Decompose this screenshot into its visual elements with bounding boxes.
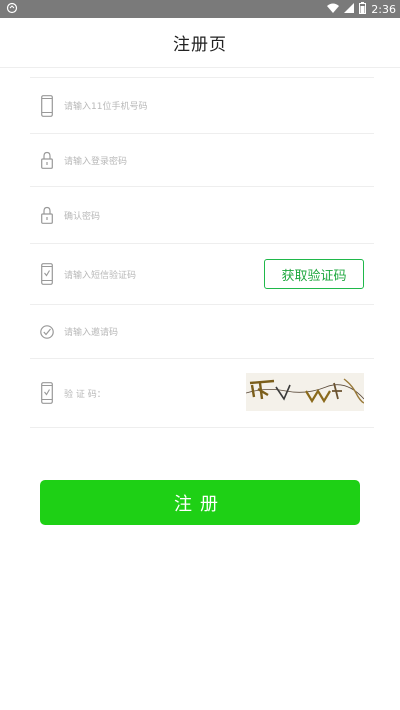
lock-icon [40,151,54,169]
confirm-password-placeholder: 确认密码 [64,211,101,222]
title-bar: 注册页 [0,18,400,68]
status-time: 2:36 [371,2,396,16]
lock-icon [40,206,54,224]
register-form: 请输入11位手机号码 请输入登录密码 确认密码 请输入短信验证码 获取验证码 请… [30,77,374,428]
battery-icon [359,2,367,17]
register-button[interactable]: 注册 [40,480,360,525]
confirm-password-field[interactable]: 确认密码 [30,187,374,244]
wifi-icon [327,3,340,16]
password-placeholder: 请输入登录密码 [64,156,128,167]
sms-code-placeholder: 请输入短信验证码 [64,270,137,281]
check-circle-icon [40,324,54,339]
page-title: 注册页 [173,35,227,55]
password-field[interactable]: 请输入登录密码 [30,134,374,187]
invite-code-field[interactable]: 请输入邀请码 [30,305,374,359]
phone-check-icon [40,263,54,285]
captcha-field[interactable]: 验 证 码： [30,359,374,428]
invite-code-placeholder: 请输入邀请码 [64,328,119,338]
sms-code-field[interactable]: 请输入短信验证码 获取验证码 [30,244,374,305]
status-bar: 2:36 [0,0,400,18]
signal-icon [344,3,355,16]
phone-check-icon [40,382,54,404]
captcha-image[interactable] [245,373,365,411]
captcha-label: 验 证 码： [64,389,106,400]
get-code-button[interactable]: 获取验证码 [264,259,364,289]
phone-field[interactable]: 请输入11位手机号码 [30,78,374,134]
phone-icon [40,94,54,117]
sync-icon [6,2,18,17]
phone-placeholder: 请输入11位手机号码 [64,102,148,112]
